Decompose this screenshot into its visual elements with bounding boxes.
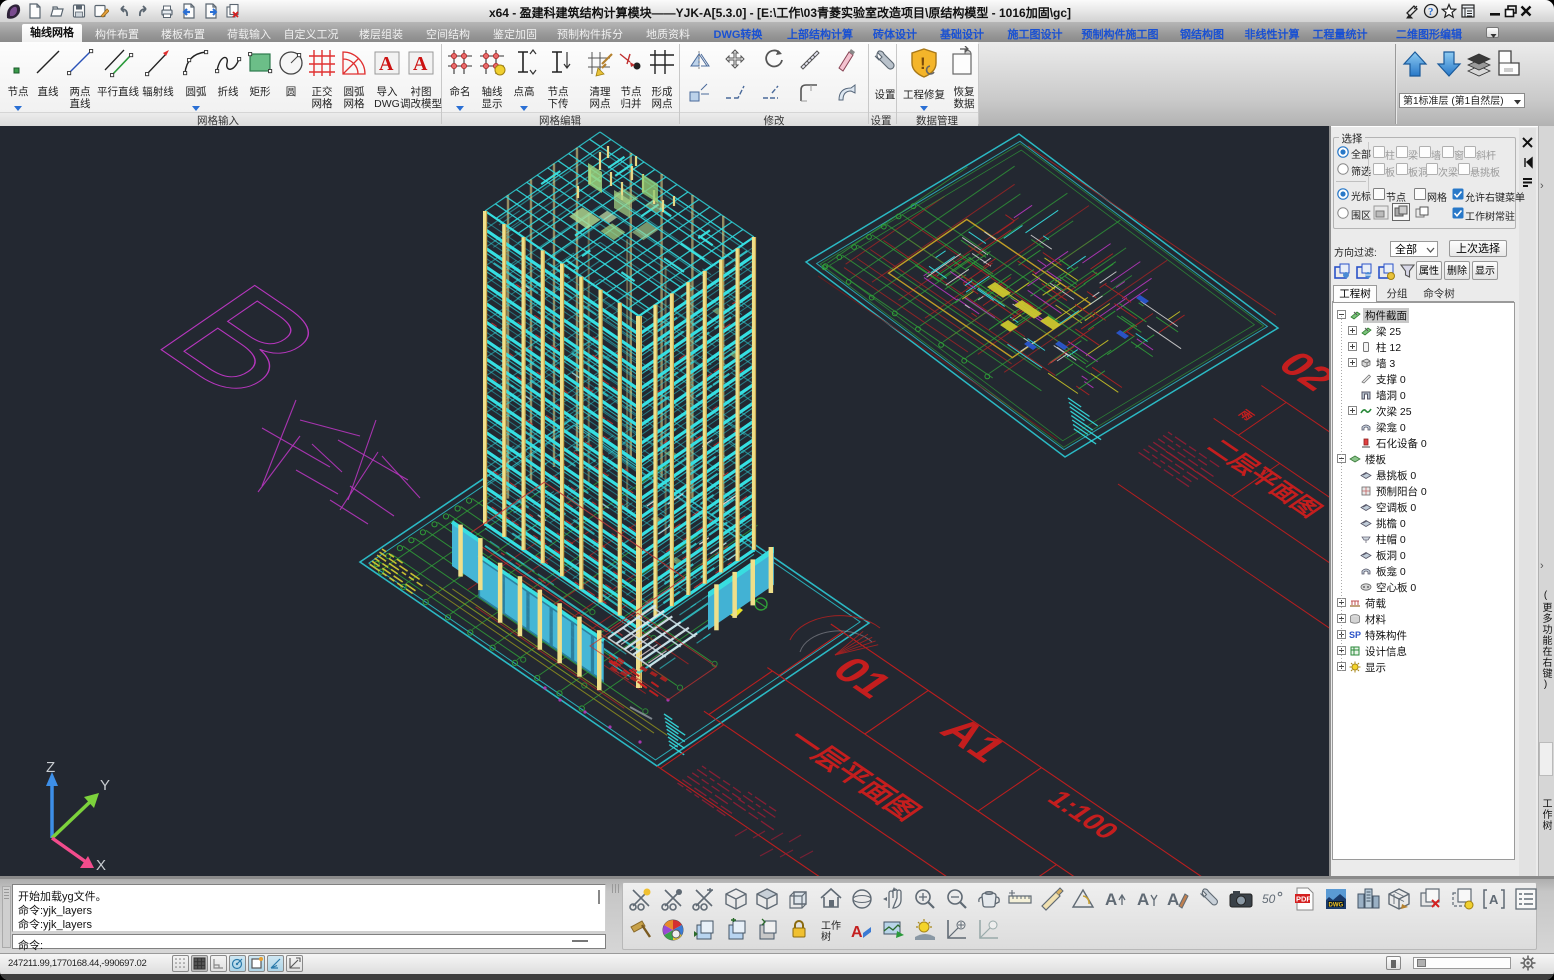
svg-text:Y: Y xyxy=(100,777,110,794)
svg-text:DWG: DWG xyxy=(1329,903,1344,909)
svg-text:X: X xyxy=(96,857,106,874)
svg-text:50: 50 xyxy=(1262,892,1276,906)
svg-text:!: ! xyxy=(920,54,926,73)
svg-text:SP: SP xyxy=(1349,630,1361,640)
svg-text:A: A xyxy=(1137,890,1149,909)
svg-text:?: ? xyxy=(1428,6,1434,18)
svg-text:A: A xyxy=(851,924,863,941)
svg-text:A: A xyxy=(413,53,428,75)
svg-text:Z: Z xyxy=(46,759,55,776)
svg-text:PDF: PDF xyxy=(1296,895,1311,904)
svg-text:A: A xyxy=(1167,890,1179,909)
svg-text:A: A xyxy=(1489,892,1499,907)
svg-text:树: 树 xyxy=(821,930,831,943)
svg-text:A: A xyxy=(1105,890,1117,909)
svg-text:A: A xyxy=(379,53,394,75)
svg-text:工作: 工作 xyxy=(821,920,841,932)
